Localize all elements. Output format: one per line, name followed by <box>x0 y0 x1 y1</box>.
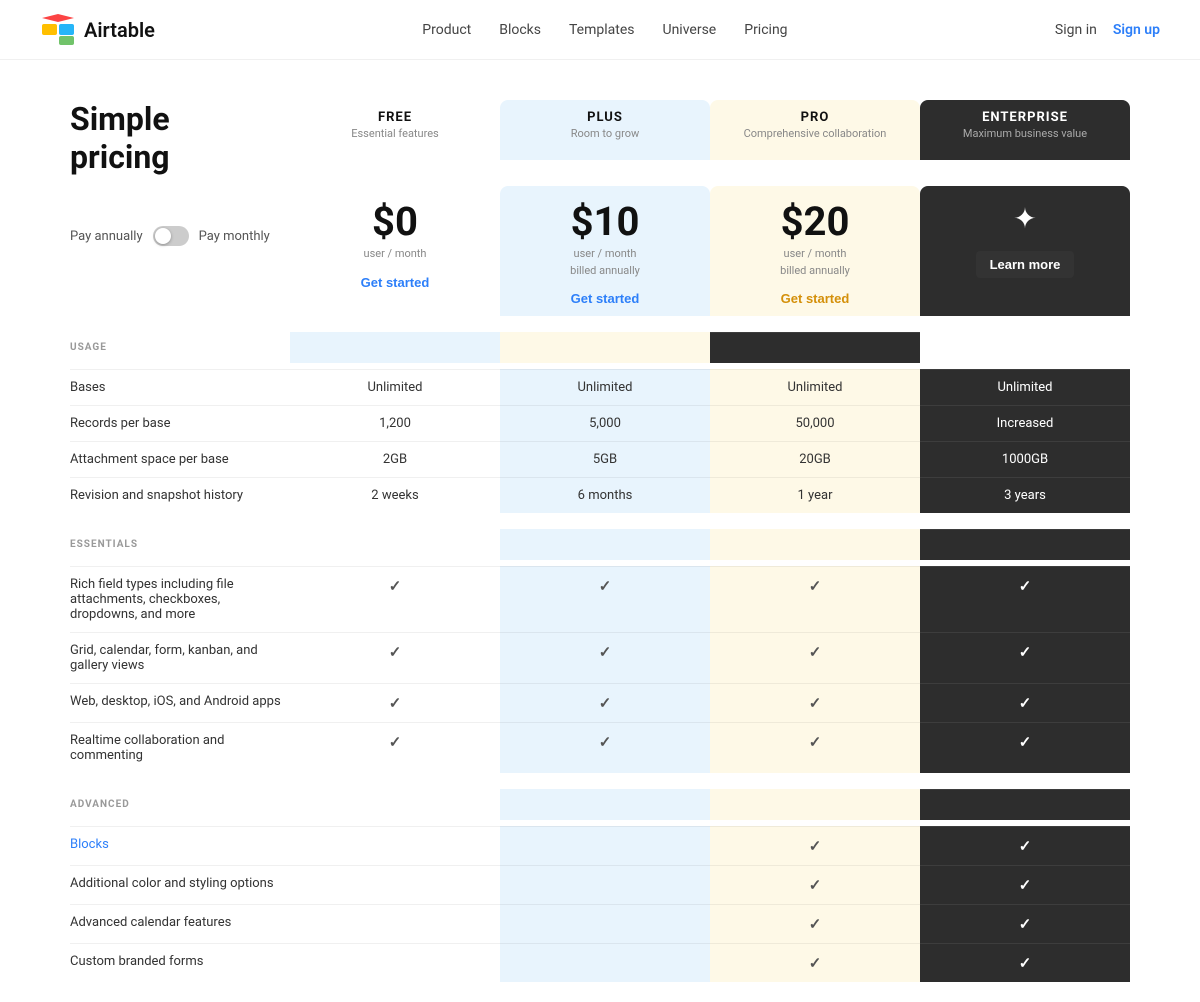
table-row: Blocks ✓ ✓ <box>70 826 1130 865</box>
nav-pricing[interactable]: Pricing <box>744 22 787 38</box>
pro-price-cell: $20 user / month billed annually Get sta… <box>710 186 920 316</box>
table-row: Revision and snapshot history 2 weeks 6 … <box>70 477 1130 513</box>
logo-text: Airtable <box>84 18 155 42</box>
table-row: Custom branded forms ✓ ✓ <box>70 943 1130 982</box>
nav-templates[interactable]: Templates <box>569 22 635 38</box>
page-title: Simple pricing <box>70 100 270 176</box>
nav-actions: Sign in Sign up <box>1055 22 1160 38</box>
enterprise-plan-header: ENTERPRISE Maximum business value <box>920 100 1130 160</box>
pricing-table: USAGE Bases Unlimited Unlimited Unlimite… <box>70 316 1130 982</box>
navbar: Airtable Product Blocks Templates Univer… <box>0 0 1200 60</box>
table-row: Advanced calendar features ✓ ✓ <box>70 904 1130 943</box>
enterprise-cta-button[interactable]: Learn more <box>976 251 1075 278</box>
table-row: Records per base 1,200 5,000 50,000 Incr… <box>70 405 1130 441</box>
toggle-switch[interactable] <box>153 226 189 246</box>
plus-price-cell: $10 user / month billed annually Get sta… <box>500 186 710 316</box>
logo-icon <box>40 12 76 48</box>
free-price-cell: $0 user / month Get started <box>290 186 500 316</box>
pay-annually-label: Pay annually <box>70 229 143 244</box>
essentials-section-header: ESSENTIALS <box>70 513 1130 566</box>
table-row: Attachment space per base 2GB 5GB 20GB 1… <box>70 441 1130 477</box>
enterprise-price-cell: ✦ Learn more <box>920 186 1130 316</box>
logo[interactable]: Airtable <box>40 12 155 48</box>
pro-plan-header: PRO Comprehensive collaboration <box>710 100 920 160</box>
plus-cta-button[interactable]: Get started <box>571 291 640 306</box>
usage-section-header: USAGE <box>70 316 1130 369</box>
nav-universe[interactable]: Universe <box>663 22 717 38</box>
nav-product[interactable]: Product <box>422 22 471 38</box>
pricing-page: Simple pricing FREE Essential features P… <box>50 60 1150 1002</box>
signin-link[interactable]: Sign in <box>1055 22 1097 38</box>
pro-cta-button[interactable]: Get started <box>781 291 850 306</box>
table-row: Rich field types including file attachme… <box>70 566 1130 632</box>
toggle-knob <box>155 228 171 244</box>
table-row: Additional color and styling options ✓ ✓ <box>70 865 1130 904</box>
pay-monthly-label: Pay monthly <box>199 229 270 244</box>
nav-links: Product Blocks Templates Universe Pricin… <box>422 22 787 38</box>
free-cta-button[interactable]: Get started <box>361 275 430 290</box>
table-row: Grid, calendar, form, kanban, and galler… <box>70 632 1130 683</box>
billing-toggle: Pay annually Pay monthly <box>70 226 290 246</box>
free-plan-header: FREE Essential features <box>290 100 500 160</box>
plus-plan-header: PLUS Room to grow <box>500 100 710 160</box>
nav-blocks[interactable]: Blocks <box>499 22 541 38</box>
advanced-section-header: ADVANCED <box>70 773 1130 826</box>
table-row: Web, desktop, iOS, and Android apps ✓ ✓ … <box>70 683 1130 722</box>
table-row: Realtime collaboration and commenting ✓ … <box>70 722 1130 773</box>
sparkle-icon: ✦ <box>1013 202 1036 235</box>
table-row: Bases Unlimited Unlimited Unlimited Unli… <box>70 369 1130 405</box>
signup-button[interactable]: Sign up <box>1113 22 1160 38</box>
